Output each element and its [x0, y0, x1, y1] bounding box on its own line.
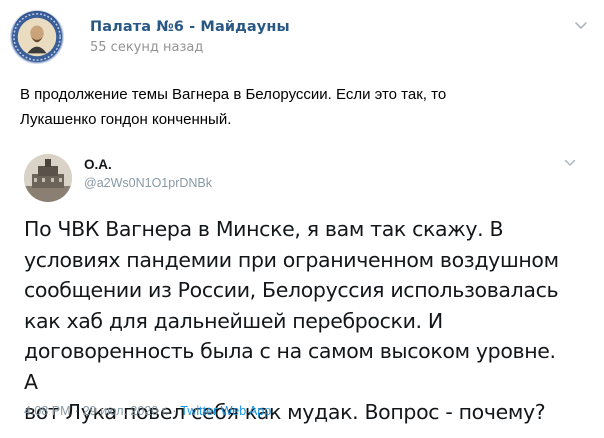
tweet-author-name[interactable]: О.А. — [84, 157, 112, 172]
tweet-date[interactable]: 29 июл. 2020 г. — [83, 404, 169, 418]
tweet-text-line: По ЧВК Вагнера в Минске, я вам так скажу… — [24, 217, 504, 241]
post-text-line: Лукашенко гондон конченный. — [20, 111, 232, 128]
tweet-source-link[interactable]: Twitter Web App — [180, 404, 271, 418]
building-icon — [24, 154, 72, 202]
tweet-avatar[interactable] — [24, 154, 72, 202]
meta-separator: · — [172, 404, 177, 418]
embedded-tweet[interactable]: О.А. @a2Ws0N1O1prDNBk По ЧВК Вагнера в М… — [24, 150, 588, 432]
post-header: Палата №6 - Майдауны 55 секунд назад — [10, 8, 594, 68]
author-name[interactable]: Палата №6 - Майдауны — [90, 19, 290, 35]
tweet-text-line: условиях пандемии при ограниченном возду… — [24, 247, 559, 272]
post-time[interactable]: 55 секунд назад — [90, 40, 203, 55]
tweet-time[interactable]: 4:08 PM — [24, 404, 71, 418]
tweet-text: По ЧВК Вагнера в Минске, я вам так скажу… — [24, 214, 574, 428]
chevron-down-icon[interactable] — [564, 158, 576, 168]
meta-separator: · — [74, 404, 79, 418]
chevron-down-icon[interactable] — [574, 20, 588, 32]
tweet-author-handle[interactable]: @a2Ws0N1O1prDNBk — [84, 176, 212, 190]
post-text: В продолжение темы Вагнера в Белоруссии.… — [20, 82, 580, 132]
post-text-line: В продолжение темы Вагнера в Белоруссии.… — [20, 86, 447, 103]
tweet-text-line: как хаб для дальнейшей переброски. И — [24, 308, 443, 333]
tweet-text-line: сообщении из России, Белоруссия использо… — [24, 278, 559, 302]
tweet-text-line: договоренность была с на самом высоком у… — [24, 339, 556, 394]
portrait-icon — [11, 11, 63, 63]
community-avatar[interactable] — [10, 10, 64, 64]
tweet-meta: 4:08 PM · 29 июл. 2020 г. · Twitter Web App — [24, 404, 271, 418]
